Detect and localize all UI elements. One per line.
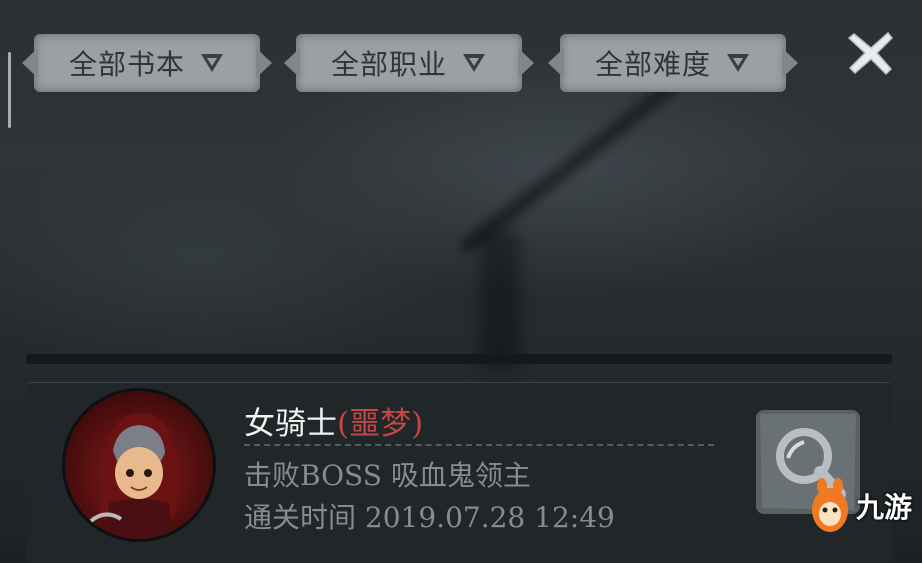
- hero-class-name: 女骑士: [244, 406, 337, 442]
- watermark: 九游: [808, 476, 922, 536]
- triangle-down-icon: [201, 54, 223, 72]
- defeat-boss-label: 击败BOSS: [244, 459, 382, 492]
- clear-time-value: 2019.07.28 12:49: [364, 501, 615, 534]
- background-streak: [480, 230, 520, 370]
- filter-class-dropdown[interactable]: 全部职业: [296, 34, 522, 92]
- dashed-divider: [244, 444, 714, 446]
- triangle-down-icon: [463, 54, 485, 72]
- difficulty-label: (噩梦): [337, 406, 424, 442]
- triangle-down-icon: [727, 54, 749, 72]
- close-x-icon: [847, 31, 894, 76]
- filter-difficulty-label: 全部难度: [594, 48, 711, 81]
- boss-info: 击败BOSS 吸血鬼领主: [244, 454, 531, 494]
- watermark-text: 九游: [856, 491, 913, 524]
- filter-class-label: 全部职业: [330, 48, 447, 81]
- filter-book-dropdown[interactable]: 全部书本: [34, 34, 260, 92]
- list-divider: [26, 354, 892, 364]
- clear-time-info: 通关时间 2019.07.28 12:49: [244, 496, 615, 536]
- filter-difficulty-dropdown[interactable]: 全部难度: [560, 34, 786, 92]
- boss-name: 吸血鬼领主: [390, 459, 531, 492]
- clear-time-label: 通关时间: [244, 501, 357, 534]
- close-button[interactable]: [846, 28, 896, 78]
- mascot-logo-icon: [812, 478, 848, 532]
- filter-book-label: 全部书本: [68, 48, 185, 81]
- scrollbar[interactable]: [8, 52, 11, 128]
- hero-avatar: [62, 388, 216, 542]
- hero-name: 女骑士(噩梦): [244, 398, 423, 443]
